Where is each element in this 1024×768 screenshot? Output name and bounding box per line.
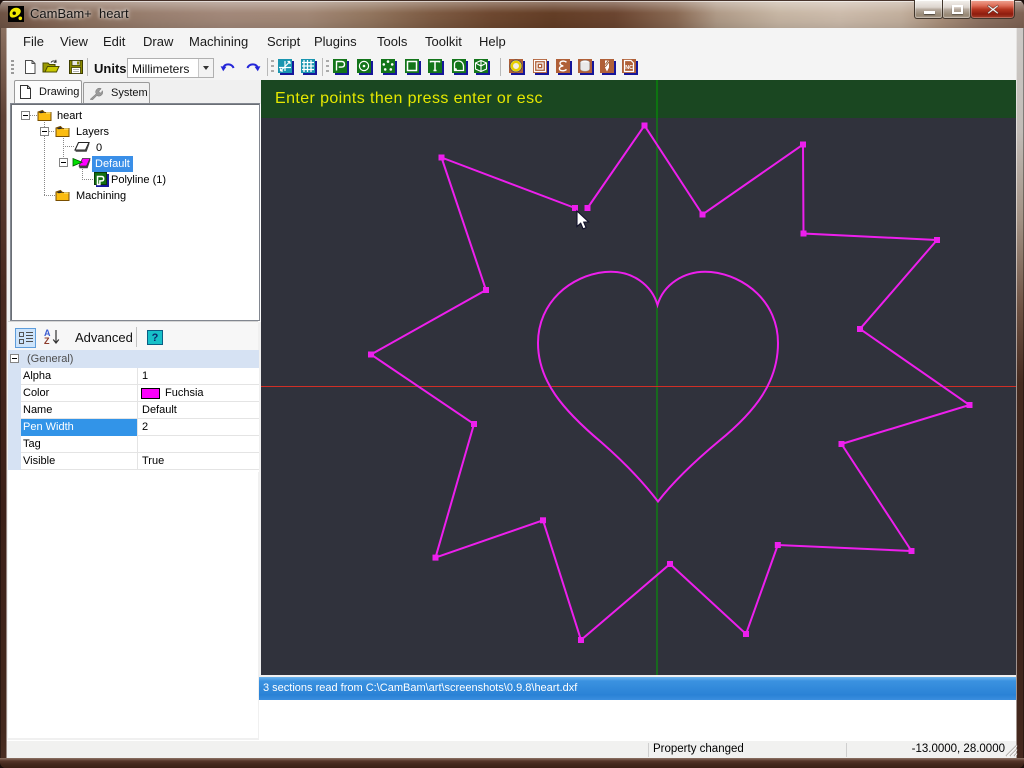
svg-text:NC: NC — [625, 65, 633, 71]
